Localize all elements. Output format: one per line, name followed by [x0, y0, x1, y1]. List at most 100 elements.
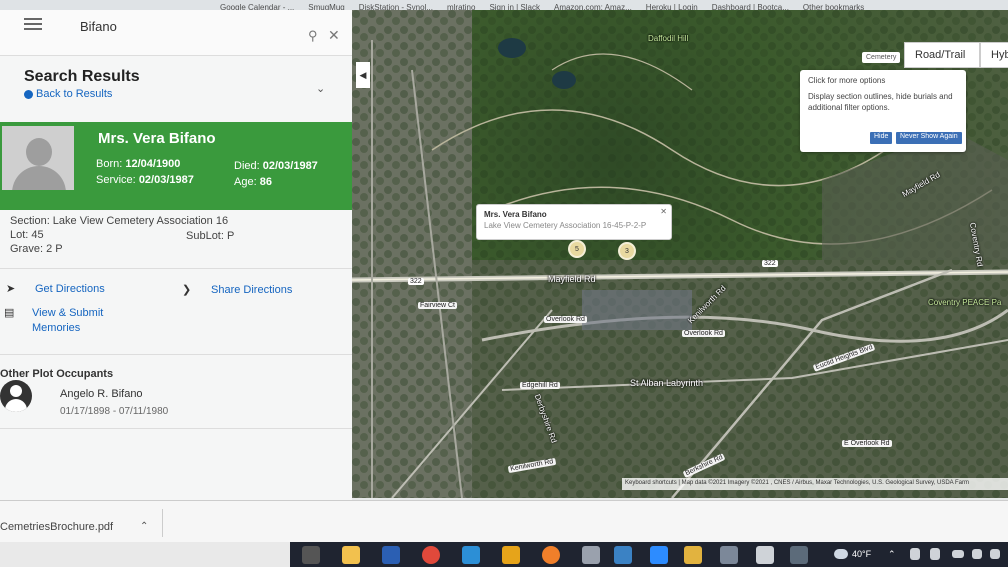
chevron-down-icon[interactable]: ⌄: [316, 82, 325, 95]
burial-pin[interactable]: 3: [618, 242, 636, 260]
road-label: Mayfield Rd: [548, 274, 596, 284]
close-icon[interactable]: ✕: [328, 27, 340, 44]
share-icon: ❯: [182, 284, 192, 296]
park-label: Coventry PEACE Pa: [928, 298, 1002, 307]
menu-icon[interactable]: [24, 18, 42, 30]
popup-name: Mrs. Vera Bifano: [484, 210, 547, 219]
navigation-arrow-icon: ➤: [6, 283, 16, 295]
cemetery-button[interactable]: Cemetery: [862, 52, 901, 63]
app-icon[interactable]: [790, 546, 808, 564]
never-show-again-button[interactable]: Never Show Again: [896, 132, 962, 144]
died-label: Died:: [234, 160, 260, 172]
divider: [162, 509, 163, 537]
person-name: Mrs. Vera Bifano: [98, 130, 216, 147]
get-directions-link[interactable]: Get Directions: [35, 282, 105, 297]
age-label: Age:: [234, 176, 257, 188]
divider: [0, 354, 352, 355]
git-icon[interactable]: [502, 546, 520, 564]
view-submit-memories-link[interactable]: View & Submit Memories: [32, 306, 103, 336]
tooltip-body: Display section outlines, hide burials a…: [808, 92, 953, 112]
memories-icon: ▤: [4, 307, 15, 319]
downloads-bar: CemetriesBrochure.pdf ⌃: [0, 500, 1008, 542]
app-icon[interactable]: [582, 546, 600, 564]
chrome-icon[interactable]: [422, 546, 440, 564]
weather-temp[interactable]: 40°F: [852, 549, 871, 559]
occupant-dates: 01/17/1898 - 07/11/1980: [60, 406, 169, 417]
word-icon[interactable]: [382, 546, 400, 564]
tooltip-title: Click for more options: [808, 76, 886, 85]
weather-icon: [834, 549, 848, 559]
battery-icon[interactable]: [930, 548, 940, 560]
born-label: Born:: [96, 158, 123, 170]
born-line: Born: 12/04/1900: [96, 158, 180, 170]
display-icon[interactable]: [972, 549, 982, 559]
road-label: E Overlook Rd: [842, 440, 892, 447]
road-label: Overlook Rd: [544, 316, 587, 323]
divider: [0, 268, 352, 269]
avatar-head: [26, 138, 52, 166]
tab-road-trail[interactable]: Road/Trail: [904, 42, 980, 68]
map-attribution: Keyboard shortcuts | Map data ©2021 Imag…: [622, 478, 1008, 490]
burial-pin[interactable]: 5: [568, 240, 586, 258]
task-view-icon[interactable]: [302, 546, 320, 564]
search-icon[interactable]: ⚲: [308, 28, 318, 44]
back-to-results-link[interactable]: Back to Results: [24, 88, 140, 100]
back-label: Back to Results: [36, 88, 113, 100]
popup-location: Lake View Cemetery Association 16-45-P-2…: [484, 221, 647, 230]
app-icon[interactable]: [614, 546, 632, 564]
route-shield: 322: [762, 260, 778, 267]
camera-icon[interactable]: [720, 546, 738, 564]
file-explorer-icon[interactable]: [342, 546, 360, 564]
age-line: Age: 86: [234, 176, 272, 188]
person-card: Mrs. Vera Bifano Born: 12/04/1900 Servic…: [0, 122, 352, 210]
service-date: 02/03/1987: [138, 174, 194, 186]
died-line: Died: 02/03/1987: [234, 160, 318, 172]
search-bar: Bifano ⚲ ✕: [0, 10, 352, 56]
share-directions-link[interactable]: Share Directions: [211, 283, 292, 298]
chevron-up-icon[interactable]: ⌃: [888, 549, 896, 560]
memories-line-2: Memories: [32, 322, 81, 334]
zoom-icon[interactable]: [650, 546, 668, 564]
memories-line-1: View & Submit: [32, 307, 104, 319]
avatar-body: [12, 166, 66, 190]
occupant-name[interactable]: Angelo R. Bifano: [60, 388, 143, 400]
postman-icon[interactable]: [542, 546, 560, 564]
chevron-up-icon[interactable]: ⌃: [140, 521, 148, 532]
search-input[interactable]: Bifano: [80, 19, 117, 34]
age-value: 86: [259, 176, 272, 188]
page-title: Search Results: [24, 68, 140, 85]
back-arrow-icon: [24, 89, 33, 99]
slack-icon[interactable]: [684, 546, 702, 564]
collapse-panel-arrow-icon[interactable]: ◀: [356, 62, 370, 88]
taskbar: 40°F ⌃: [0, 542, 1008, 567]
road-label: Overlook Rd: [682, 330, 725, 337]
sublot-text: SubLot: P: [186, 230, 235, 242]
route-shield: 322: [408, 278, 424, 285]
close-icon[interactable]: ✕: [660, 207, 667, 216]
died-date: 02/03/1987: [262, 160, 318, 172]
service-line: Service: 02/03/1987: [96, 174, 194, 186]
occupant-avatar: [0, 380, 32, 412]
hide-button[interactable]: Hide: [870, 132, 893, 144]
map-popup: Mrs. Vera Bifano Lake View Cemetery Asso…: [476, 204, 672, 240]
vscode-icon[interactable]: [462, 546, 480, 564]
road-label: Edgehill Rd: [520, 382, 560, 389]
browser-screen: Google Calendar - ... SmugMug DiskStatio…: [0, 0, 1008, 567]
options-tooltip: Click for more options Display section o…: [800, 70, 966, 152]
clock-icon[interactable]: [756, 546, 774, 564]
taskbar-search-area[interactable]: [0, 542, 290, 567]
other-plot-occupants-title: Other Plot Occupants: [0, 368, 114, 380]
cloud-icon[interactable]: [952, 550, 964, 558]
avatar: [2, 126, 74, 190]
section-text: Section: Lake View Cemetery Association …: [10, 215, 229, 227]
divider: [0, 428, 352, 429]
download-item[interactable]: CemetriesBrochure.pdf: [0, 521, 113, 533]
tab-hybrid[interactable]: Hyb: [980, 42, 1008, 68]
volume-icon[interactable]: [990, 549, 1000, 559]
place-label: Daffodil Hill: [648, 34, 689, 43]
service-label: Service:: [96, 174, 136, 186]
results-panel: Bifano ⚲ ✕ Search Results Back to Result…: [0, 10, 352, 500]
grave-text: Grave: 2 P: [10, 243, 63, 255]
network-icon[interactable]: [910, 548, 920, 560]
results-header: Search Results Back to Results: [24, 68, 140, 100]
